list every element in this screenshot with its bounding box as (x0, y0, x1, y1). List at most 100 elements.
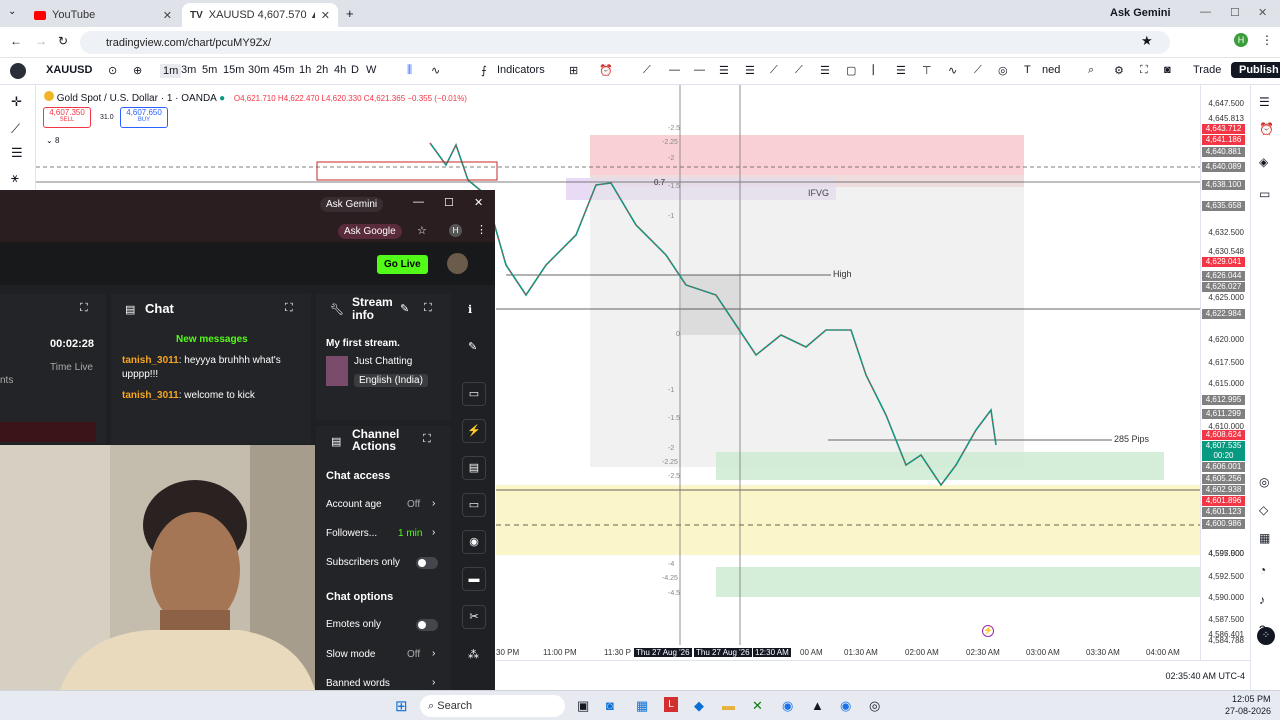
profile-avatar[interactable]: H (1234, 33, 1248, 47)
go-live-button[interactable]: Go Live (377, 255, 428, 274)
account-age-value[interactable]: Off (407, 499, 420, 510)
app-icon[interactable]: ◎ (869, 698, 880, 714)
chevron-right-icon[interactable]: › (432, 648, 435, 659)
taskbar-time[interactable]: 12:05 PM (1232, 694, 1271, 704)
bookmark-star-icon[interactable]: ★ (1141, 33, 1153, 49)
file-explorer-icon[interactable]: ▬ (722, 698, 735, 713)
subscribers-only-toggle[interactable] (416, 557, 438, 569)
clip-button[interactable]: ▬ (462, 567, 486, 591)
minimize-icon[interactable]: — (1200, 6, 1211, 18)
rectangle-tool-icon[interactable]: ▢ (846, 64, 856, 77)
chart-clock[interactable]: 02:35:40 AM UTC-4 (1165, 671, 1245, 681)
interval-5m[interactable]: 5m (202, 64, 217, 76)
new-tab-icon[interactable]: + (346, 6, 354, 21)
notifications-icon[interactable]: ♪ (1259, 593, 1265, 607)
profile-avatar[interactable]: H (449, 224, 462, 237)
chevron-right-icon[interactable]: › (432, 677, 435, 688)
chat-button[interactable]: ▭ (462, 493, 486, 517)
url-input[interactable]: tradingview.com/chart/pcuMY9Zx/ (80, 31, 1170, 54)
apps-icon[interactable]: ⁂ (468, 648, 479, 661)
add-symbol-icon[interactable]: ⊕ (133, 64, 142, 77)
watchlist-icon[interactable]: ☰ (1259, 95, 1270, 109)
indicator-count[interactable]: ⌄ 8 (46, 136, 59, 145)
interval-d[interactable]: D (351, 64, 359, 76)
close-icon[interactable]: ✕ (163, 9, 172, 22)
drawing-tool-icon[interactable]: ⟋ (795, 64, 803, 77)
candles-icon[interactable]: ⫼ (407, 64, 412, 77)
chat-icon[interactable]: ▭ (1259, 187, 1270, 201)
interval-15m[interactable]: 15m (223, 64, 244, 76)
reload-icon[interactable]: ↻ (58, 34, 68, 48)
line-chart-icon[interactable]: ∿ (431, 64, 440, 77)
interval-4h[interactable]: 4h (334, 64, 346, 76)
drawing-tool-icon[interactable]: — (694, 64, 705, 76)
expand-icon[interactable]: ⛶ (424, 302, 432, 315)
fib-tool-icon[interactable]: ☰ (719, 64, 729, 77)
taskbar-date[interactable]: 27-08-2026 (1225, 706, 1271, 716)
info-icon[interactable]: ℹ (468, 303, 472, 316)
chrome-icon[interactable]: ◉ (840, 698, 851, 714)
drawing-tool-icon[interactable]: ☰ (820, 64, 830, 77)
interval-w[interactable]: W (366, 64, 376, 76)
stream-icon[interactable]: ◔ (1259, 563, 1266, 577)
price-axis[interactable]: 4,647.500 4,645.813 4,632.500 4,630.548 4,62… (1200, 85, 1250, 660)
drawing-tool-icon[interactable]: ☰ (745, 64, 755, 77)
expand-icon[interactable]: ⛶ (80, 302, 88, 315)
stream-category[interactable]: Just Chatting (354, 356, 412, 367)
preview-button[interactable]: ▭ (462, 382, 486, 406)
new-messages-banner[interactable]: New messages (176, 334, 248, 345)
edit-icon[interactable]: ✎ (400, 302, 409, 315)
app-icon[interactable]: ◆ (694, 698, 704, 714)
ideas-icon[interactable]: ◇ (1259, 503, 1268, 517)
close-window-icon[interactable]: ✕ (1258, 6, 1267, 19)
tab-tradingview[interactable]: TV XAUUSD 4,607.570 ▲ +0.28% U ✕ (182, 3, 338, 27)
chat-username[interactable]: tanish_3011 (122, 390, 179, 401)
back-icon[interactable]: ← (10, 34, 22, 48)
settings-icon[interactable]: ⚙ (1114, 64, 1124, 77)
sell-button[interactable]: 4,607.350 SELL (43, 107, 91, 128)
indicators-icon[interactable]: ⨍ (481, 64, 487, 77)
tools-button[interactable]: ✂ (462, 605, 486, 629)
time-axis[interactable]: 30 PM 11:00 PM 11:30 P Thu 27 Aug '26 Thu 27… (496, 645, 1200, 660)
app-icon[interactable]: ▲ (811, 698, 824, 713)
chat-username[interactable]: tanish_3011 (122, 355, 179, 366)
trade-button[interactable]: Trade (1193, 64, 1221, 76)
event-icon[interactable]: ⚡ (982, 625, 994, 637)
followers-value[interactable]: 1 min (398, 528, 422, 539)
target-icon[interactable]: ◎ (1259, 475, 1269, 489)
bookmark-star-icon[interactable]: ☆ (417, 224, 427, 237)
quick-action-button[interactable]: ⚡ (462, 419, 486, 443)
indicators-button[interactable]: Indicators (497, 64, 545, 76)
drawing-tool-icon[interactable]: ⎸ (873, 64, 884, 77)
apps-grid-icon[interactable]: ⁘ (1257, 627, 1275, 645)
chevron-right-icon[interactable]: › (432, 527, 435, 538)
publish-button[interactable]: Publish (1231, 62, 1280, 78)
layers-icon[interactable]: ◈ (1259, 155, 1268, 169)
legend-title[interactable]: Gold Spot / U.S. Dollar · 1 · OANDA (57, 93, 217, 104)
drawing-tool-icon[interactable]: ⟋ (643, 64, 651, 77)
slow-mode-value[interactable]: Off (407, 649, 420, 660)
emotes-only-toggle[interactable] (416, 619, 438, 631)
task-view-icon[interactable]: ▣ (577, 698, 589, 714)
drawing-tool-icon[interactable]: ⟋ (974, 64, 982, 77)
tab-youtube[interactable]: YouTube ✕ (26, 3, 180, 27)
drawing-tool-icon[interactable]: ◎ (998, 64, 1008, 77)
taskbar-search[interactable]: ⌕ Search (420, 695, 565, 717)
close-icon[interactable]: ✕ (474, 196, 483, 209)
start-icon[interactable]: ⊞ (395, 697, 408, 715)
pattern-icon[interactable]: ⚹ (11, 170, 19, 186)
chrome-icon[interactable]: ◉ (782, 698, 793, 714)
interval-1h[interactable]: 1h (299, 64, 311, 76)
fib-icon[interactable]: ☰ (11, 145, 23, 161)
ask-gemini-button[interactable]: Ask Gemini (1110, 7, 1171, 19)
app-icon[interactable]: L (664, 697, 678, 712)
record-button[interactable]: ◉ (462, 530, 486, 554)
expand-icon[interactable]: ⛶ (285, 302, 293, 315)
ask-google-button[interactable]: Ask Google (338, 224, 402, 239)
camera-icon[interactable]: ◙ (1164, 64, 1171, 76)
fullscreen-icon[interactable]: ⛶ (1140, 64, 1148, 77)
drawing-tool-icon[interactable]: ⊤ (922, 64, 932, 77)
drawing-tool-icon[interactable]: ∿ (948, 64, 957, 77)
interval-1m[interactable]: 1m (160, 64, 182, 78)
compare-icon[interactable]: ⊙ (108, 64, 117, 77)
